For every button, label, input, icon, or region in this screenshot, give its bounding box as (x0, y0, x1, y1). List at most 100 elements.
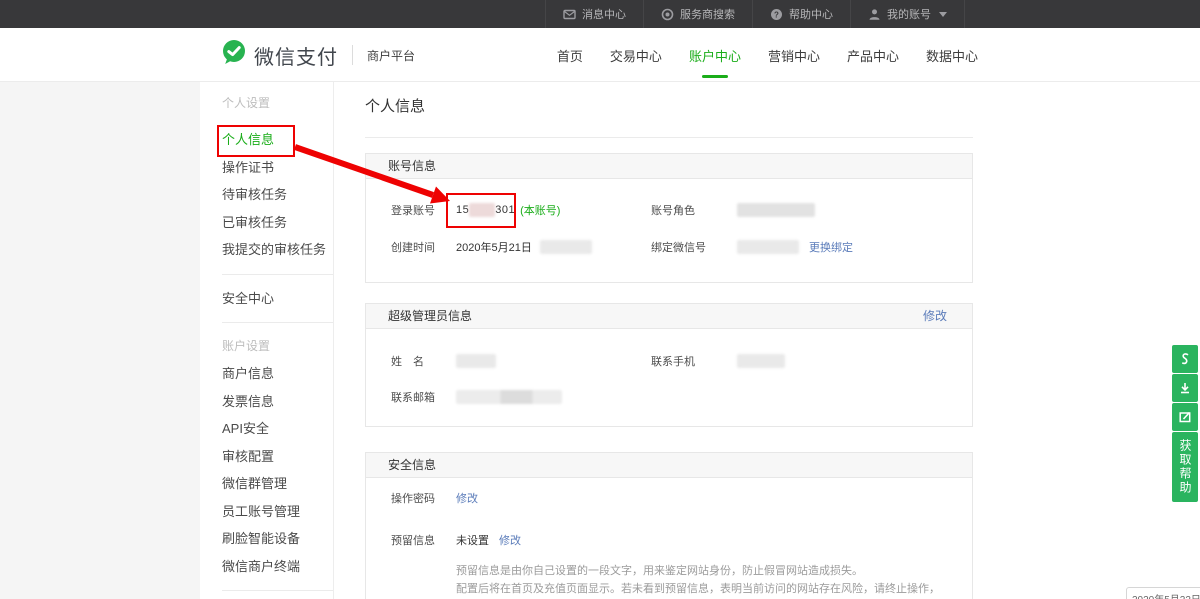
redacted-login-middle (469, 203, 495, 217)
sidebar-item-face-smart-device[interactable]: 刷脸智能设备 (200, 525, 333, 553)
topbar-item-label: 我的账号 (887, 6, 931, 22)
sidebar-item-wechat-merchant-terminal[interactable]: 微信商户终端 (200, 553, 333, 581)
sidebar-section-personal-settings: 个人设置 (200, 90, 333, 117)
section-title: 账号信息 (388, 154, 436, 178)
sidebar-item-merchant-info[interactable]: 商户信息 (200, 360, 333, 388)
field-label: 联系手机 (651, 353, 737, 369)
login-account-value: 15301 (456, 203, 515, 217)
nav-product-center[interactable]: 产品中心 (847, 46, 899, 65)
mail-icon (563, 8, 576, 21)
primary-nav: 首页 交易中心 账户中心 营销中心 产品中心 数据中心 (557, 28, 978, 82)
download-icon (1178, 381, 1192, 395)
current-account-tag: (本账号) (520, 202, 560, 218)
chevron-down-icon (939, 12, 947, 17)
topbar-item-label: 消息中心 (582, 6, 626, 22)
date-tooltip: 2020年5月22日 (1126, 587, 1200, 599)
sidebar-divider (222, 274, 333, 275)
page-title: 个人信息 (365, 85, 973, 138)
account-info-section: 账号信息 登录账号 15301 (本账号) 账号角色 创建时间 (365, 153, 973, 283)
section-title: 安全信息 (388, 453, 436, 477)
sidebar-item-review-config[interactable]: 审核配置 (200, 443, 333, 471)
description-line: 配置后将在首页及充值页面显示。若未看到预留信息，表明当前访问的网站存在风险，请终… (456, 580, 947, 599)
nav-transaction-center[interactable]: 交易中心 (610, 46, 662, 65)
brand-divider (352, 45, 353, 65)
floating-help-group: 获取帮助 (1172, 345, 1198, 502)
nav-account-center[interactable]: 账户中心 (689, 46, 741, 65)
reserved-info-row: 预留信息 未设置 修改 (391, 534, 947, 549)
redacted-contact-email (456, 390, 562, 404)
super-admin-header: 超级管理员信息 修改 (366, 304, 972, 329)
user-icon (868, 8, 881, 21)
redacted-account-role (737, 203, 815, 217)
sidebar-item-pending-review-tasks[interactable]: 待审核任务 (200, 181, 333, 209)
description-line: 预留信息是由你自己设置的一段文字，用来鉴定网站身份，防止假冒网站造成损失。 (456, 562, 947, 580)
link-button[interactable] (1172, 345, 1198, 373)
rebind-wechat-link[interactable]: 更换绑定 (809, 239, 853, 255)
sidebar-section-account-settings: 账户设置 (200, 333, 333, 360)
edit-reserved-info-link[interactable]: 修改 (499, 534, 521, 549)
field-label: 预留信息 (391, 534, 456, 549)
admin-name-row: 姓 名 联系手机 (391, 343, 972, 379)
sidebar-item-reviewed-tasks[interactable]: 已审核任务 (200, 209, 333, 237)
nav-home[interactable]: 首页 (557, 46, 583, 65)
help-center-menu[interactable]: ? 帮助中心 (752, 0, 850, 28)
sidebar-item-wechat-group-management[interactable]: 微信群管理 (200, 470, 333, 498)
field-label: 联系邮箱 (391, 389, 456, 405)
field-label: 操作密码 (391, 492, 456, 507)
message-center-menu[interactable]: 消息中心 (545, 0, 643, 28)
topbar-item-label: 帮助中心 (789, 6, 833, 22)
sidebar-item-api-security[interactable]: API安全 (200, 415, 333, 443)
nav-marketing-center[interactable]: 营销中心 (768, 46, 820, 65)
topbar-item-label: 服务商搜索 (680, 6, 735, 22)
field-label: 绑定微信号 (651, 239, 737, 255)
merchant-platform-page: 消息中心 服务商搜索 ? 帮助中心 我的账号 微信支付 (0, 0, 1200, 599)
account-info-header: 账号信息 (366, 154, 972, 179)
sidebar-item-invoice-info[interactable]: 发票信息 (200, 388, 333, 416)
section-title: 超级管理员信息 (388, 304, 472, 328)
field-label: 姓 名 (391, 353, 456, 369)
sidebar-item-personal-info[interactable]: 个人信息 (200, 126, 333, 154)
sidebar-divider (222, 590, 333, 591)
download-button[interactable] (1172, 374, 1198, 402)
super-admin-section: 超级管理员信息 修改 姓 名 联系手机 联系邮箱 (365, 303, 973, 427)
top-account-bar: 消息中心 服务商搜索 ? 帮助中心 我的账号 (0, 0, 1200, 28)
feedback-button[interactable] (1172, 403, 1198, 431)
link-icon (1178, 352, 1192, 366)
edit-password-link[interactable]: 修改 (456, 492, 478, 507)
brand-name: 微信支付 (254, 41, 338, 70)
sidebar: 个人设置 个人信息 操作证书 待审核任务 已审核任务 我提交的审核任务 安全中心… (200, 82, 334, 599)
my-account-menu[interactable]: 我的账号 (850, 0, 965, 28)
search-icon (661, 8, 674, 21)
redacted-wechat-id (737, 240, 799, 254)
login-account-row: 登录账号 15301 (本账号) 账号角色 (391, 191, 972, 228)
help-icon: ? (770, 8, 783, 21)
svg-text:?: ? (774, 10, 779, 19)
sidebar-item-my-submitted-review-tasks[interactable]: 我提交的审核任务 (200, 236, 333, 264)
wechat-pay-logo-icon (221, 39, 247, 71)
feedback-edit-icon (1178, 410, 1192, 424)
security-info-header: 安全信息 (366, 453, 972, 478)
field-label: 创建时间 (391, 239, 456, 255)
admin-email-row: 联系邮箱 (391, 379, 972, 415)
site-header: 微信支付 商户平台 首页 交易中心 账户中心 营销中心 产品中心 数据中心 (0, 28, 1200, 82)
field-label: 账号角色 (651, 202, 737, 218)
reserved-info-status: 未设置 (456, 534, 489, 549)
sidebar-divider (222, 322, 333, 323)
redacted-created-time (540, 240, 592, 254)
security-info-section: 安全信息 操作密码 修改 预留信息 未设置 修改 预留信息是由你自己设置的一段文… (365, 452, 973, 599)
nav-data-center[interactable]: 数据中心 (926, 46, 978, 65)
edit-admin-link[interactable]: 修改 (923, 304, 947, 328)
sidebar-item-security-center[interactable]: 安全中心 (200, 285, 333, 313)
reserved-info-description: 预留信息是由你自己设置的一段文字，用来鉴定网站身份，防止假冒网站造成损失。 配置… (456, 562, 947, 599)
operation-password-row: 操作密码 修改 (391, 492, 947, 507)
portal-name: 商户平台 (367, 47, 415, 64)
created-time-row: 创建时间 2020年5月21日 绑定微信号 更换绑定 (391, 228, 972, 265)
get-help-button[interactable]: 获取帮助 (1172, 432, 1198, 502)
sidebar-item-operation-certificate[interactable]: 操作证书 (200, 154, 333, 182)
service-provider-search-menu[interactable]: 服务商搜索 (643, 0, 752, 28)
main-content: 个人信息 账号信息 登录账号 15301 (本账号) 账号角色 (365, 85, 973, 599)
field-label: 登录账号 (391, 202, 456, 218)
redacted-contact-phone (737, 354, 785, 368)
redacted-admin-name (456, 354, 496, 368)
sidebar-item-staff-account-management[interactable]: 员工账号管理 (200, 498, 333, 526)
